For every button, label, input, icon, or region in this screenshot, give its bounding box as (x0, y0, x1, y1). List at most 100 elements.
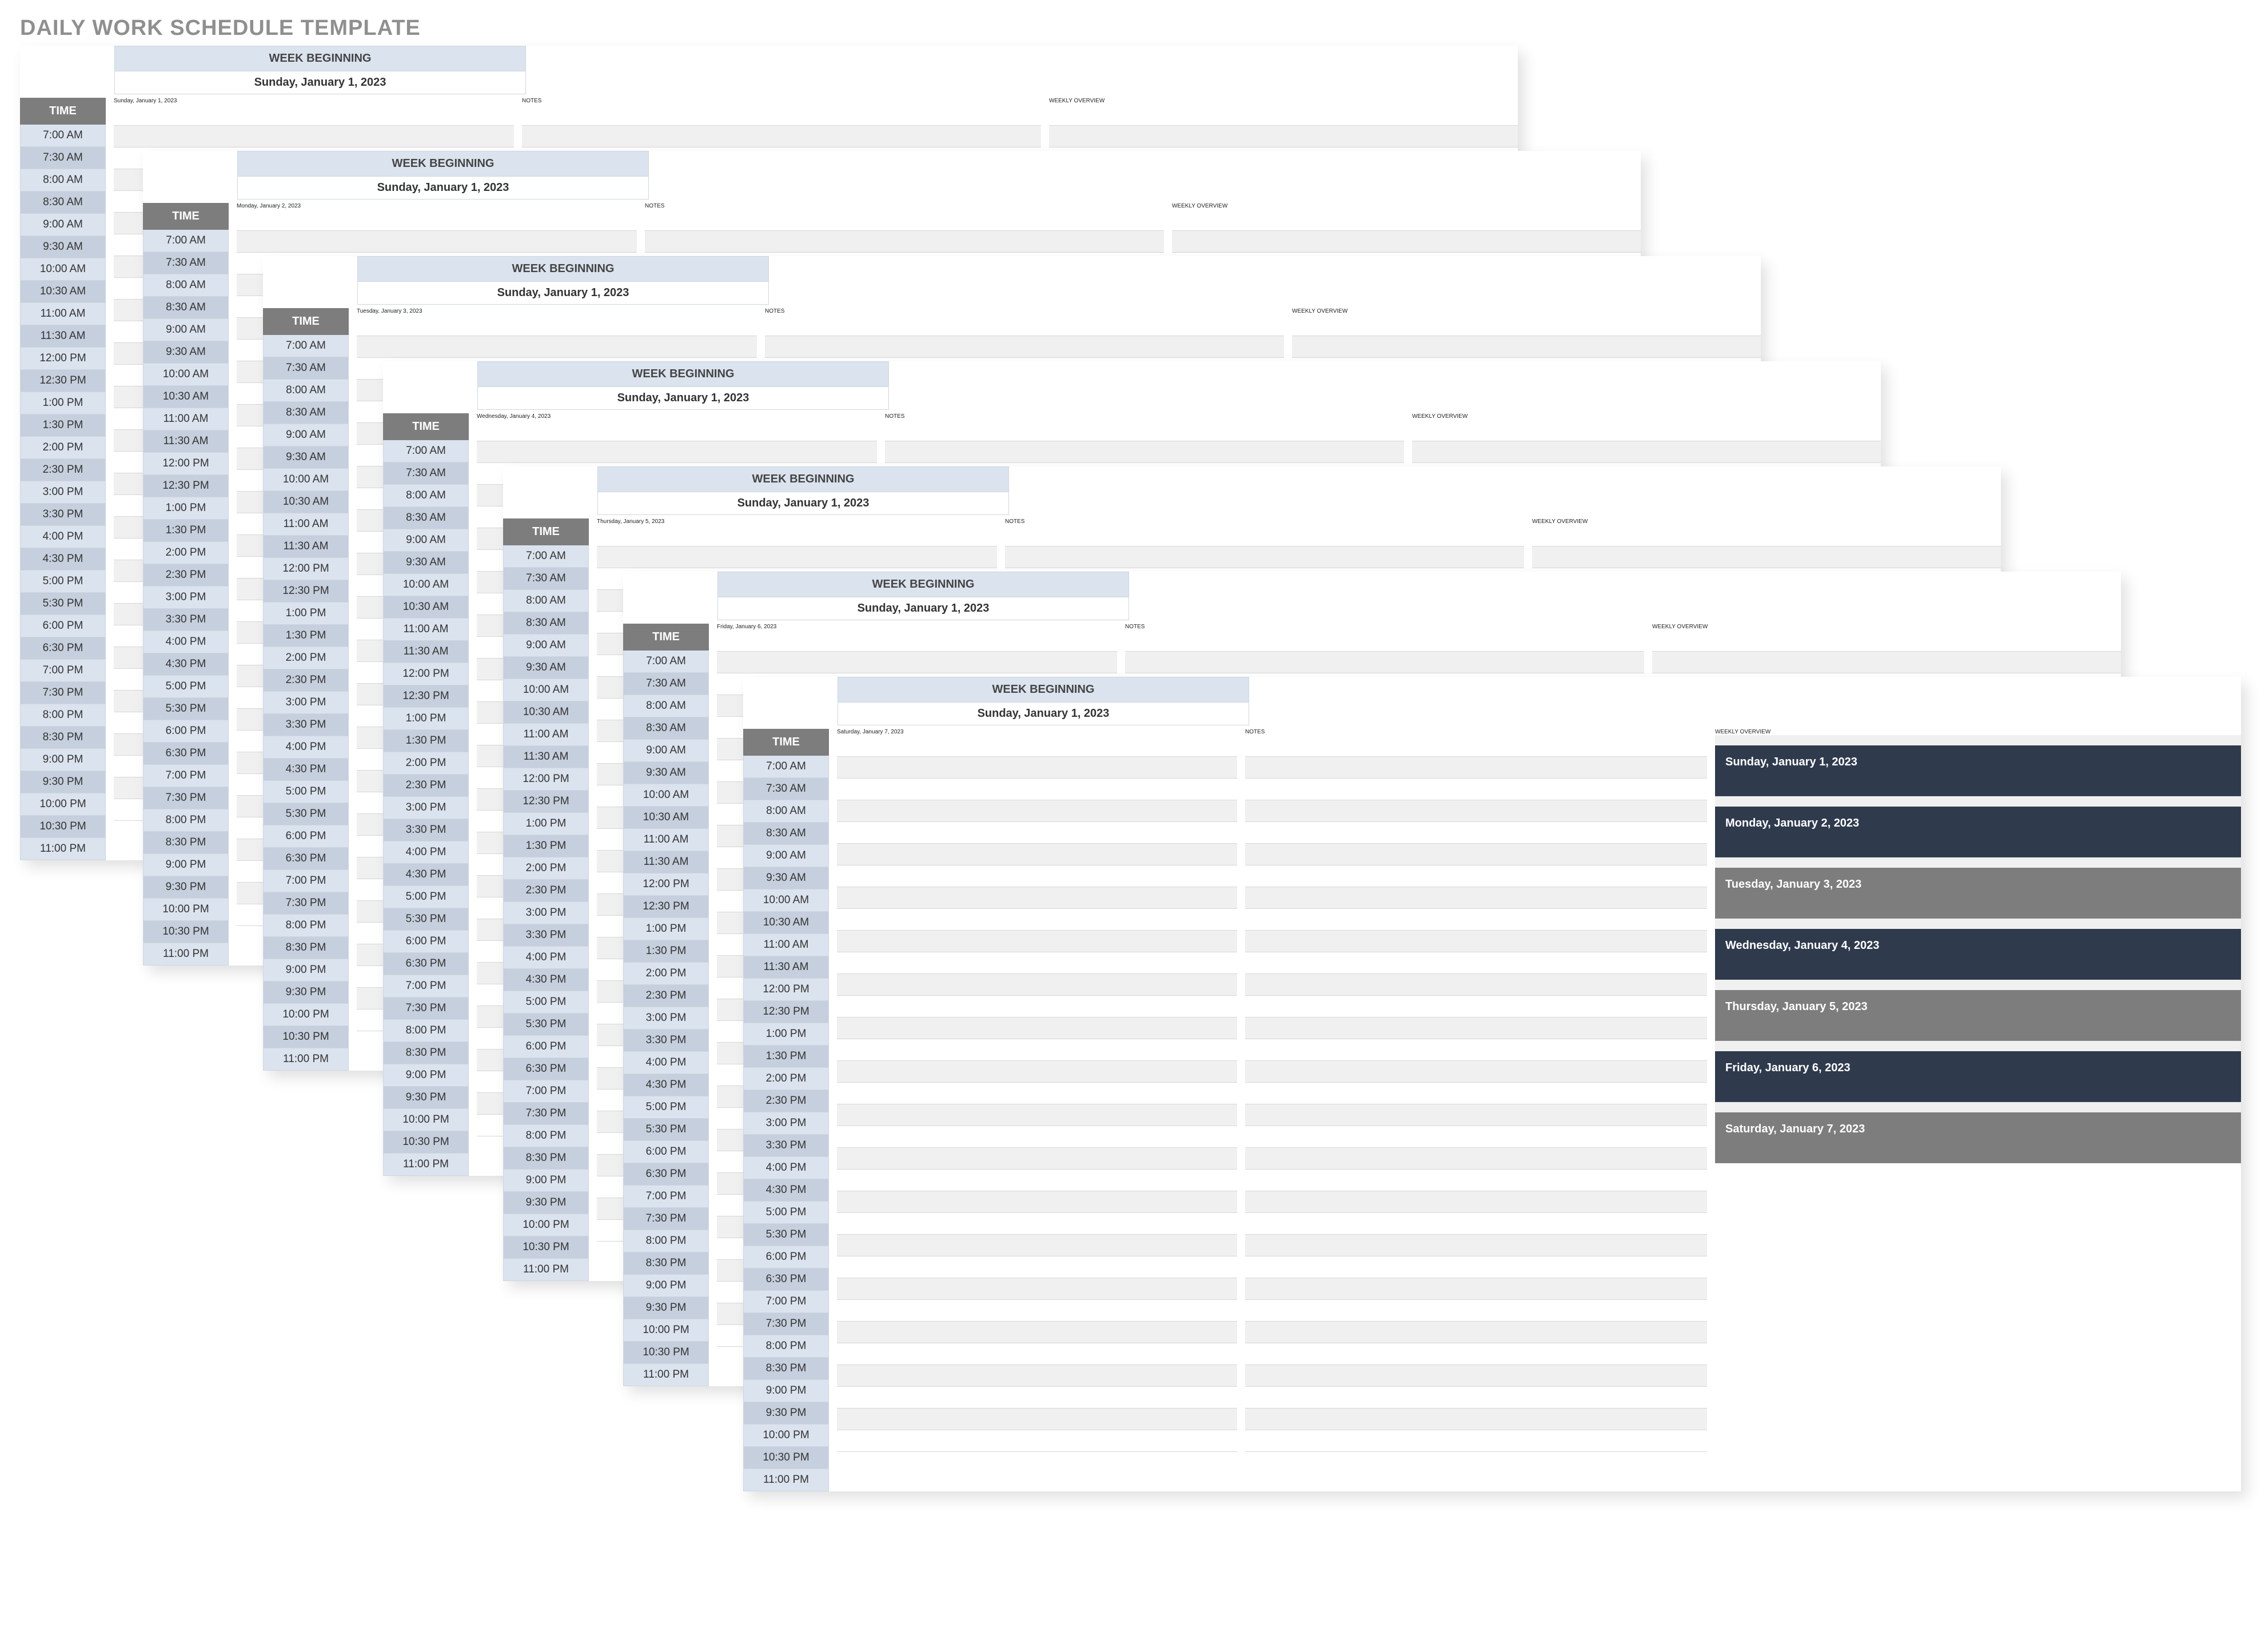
time-slot[interactable]: 5:30 PM (143, 698, 229, 720)
time-slot[interactable]: 2:30 PM (263, 669, 349, 692)
time-slot[interactable]: 8:00 AM (743, 800, 829, 823)
time-slot[interactable]: 3:30 PM (20, 504, 106, 526)
time-slot[interactable]: 3:00 PM (383, 797, 469, 819)
time-slot[interactable]: 9:00 AM (20, 214, 106, 236)
schedule-cell[interactable] (237, 231, 637, 253)
time-slot[interactable]: 10:00 PM (743, 1424, 829, 1447)
notes-cell[interactable] (1125, 652, 1644, 673)
time-slot[interactable]: 10:00 AM (623, 784, 709, 807)
time-slot[interactable]: 8:00 AM (503, 590, 589, 612)
overview-cell[interactable] (1532, 525, 2001, 546)
time-slot[interactable]: 9:30 PM (263, 981, 349, 1004)
notes-cell[interactable] (1125, 630, 1644, 652)
time-slot[interactable]: 8:30 PM (623, 1252, 709, 1275)
time-slot[interactable]: 9:00 PM (383, 1064, 469, 1087)
time-slot[interactable]: 9:00 AM (743, 845, 829, 867)
time-slot[interactable]: 5:00 PM (383, 886, 469, 908)
time-slot[interactable]: 10:00 AM (383, 574, 469, 596)
time-slot[interactable]: 7:00 AM (743, 756, 829, 778)
time-slot[interactable]: 10:30 AM (503, 701, 589, 724)
time-slot[interactable]: 6:30 PM (503, 1058, 589, 1080)
time-slot[interactable]: 7:30 AM (503, 568, 589, 590)
notes-cell[interactable] (765, 336, 1284, 358)
time-slot[interactable]: 6:00 PM (143, 720, 229, 743)
time-slot[interactable]: 9:30 PM (743, 1402, 829, 1424)
time-slot[interactable]: 7:30 PM (623, 1208, 709, 1230)
schedule-cell[interactable] (597, 546, 997, 568)
overview-cell[interactable] (1049, 126, 1518, 147)
notes-cell[interactable] (1245, 1039, 1707, 1061)
time-slot[interactable]: 7:00 PM (20, 660, 106, 682)
time-slot[interactable]: 7:30 AM (383, 462, 469, 485)
notes-cell[interactable] (1245, 1104, 1707, 1126)
time-slot[interactable]: 3:30 PM (383, 819, 469, 841)
time-slot[interactable]: 9:30 AM (263, 446, 349, 469)
week-beginning-value[interactable]: Sunday, January 1, 2023 (838, 703, 1249, 725)
time-slot[interactable]: 2:00 PM (383, 752, 469, 775)
schedule-cell[interactable] (837, 1256, 1237, 1278)
time-slot[interactable]: 4:00 PM (20, 526, 106, 548)
time-slot[interactable]: 7:30 PM (743, 1313, 829, 1335)
schedule-cell[interactable] (837, 909, 1237, 931)
time-slot[interactable]: 12:00 PM (143, 453, 229, 475)
notes-cell[interactable] (1245, 909, 1707, 931)
time-slot[interactable]: 2:30 PM (20, 459, 106, 481)
time-slot[interactable]: 2:00 PM (143, 542, 229, 564)
time-slot[interactable]: 8:00 AM (143, 274, 229, 297)
notes-cell[interactable] (1245, 1235, 1707, 1256)
time-slot[interactable]: 4:00 PM (263, 736, 349, 759)
time-slot[interactable]: 2:30 PM (383, 775, 469, 797)
overview-cell[interactable] (1049, 104, 1518, 126)
time-slot[interactable]: 9:00 PM (623, 1275, 709, 1297)
time-slot[interactable]: 8:30 PM (20, 727, 106, 749)
time-slot[interactable]: 11:00 PM (743, 1469, 829, 1491)
notes-cell[interactable] (1245, 844, 1707, 865)
overview-cell[interactable] (1292, 314, 1761, 336)
time-slot[interactable]: 10:30 PM (263, 1026, 349, 1048)
schedule-cell[interactable] (357, 314, 757, 336)
time-slot[interactable]: 2:30 PM (743, 1090, 829, 1112)
schedule-cell[interactable] (114, 126, 514, 147)
time-slot[interactable]: 6:30 PM (143, 743, 229, 765)
time-slot[interactable]: 1:00 PM (503, 813, 589, 835)
time-slot[interactable]: 11:00 AM (743, 934, 829, 956)
time-slot[interactable]: 1:30 PM (143, 520, 229, 542)
notes-cell[interactable] (1245, 1170, 1707, 1191)
time-slot[interactable]: 6:00 PM (383, 931, 469, 953)
time-slot[interactable]: 6:30 PM (743, 1268, 829, 1291)
time-slot[interactable]: 8:00 PM (143, 809, 229, 832)
time-slot[interactable]: 11:00 AM (503, 724, 589, 746)
notes-cell[interactable] (522, 126, 1041, 147)
weekly-overview-day[interactable]: Thursday, January 5, 2023 (1715, 990, 2241, 1041)
time-slot[interactable]: 1:00 PM (143, 497, 229, 520)
time-slot[interactable]: 5:30 PM (623, 1119, 709, 1141)
time-slot[interactable]: 3:00 PM (263, 692, 349, 714)
time-slot[interactable]: 8:30 AM (263, 402, 349, 424)
time-slot[interactable]: 8:00 PM (743, 1335, 829, 1358)
time-slot[interactable]: 3:00 PM (20, 481, 106, 504)
time-slot[interactable]: 7:00 AM (20, 125, 106, 147)
time-slot[interactable]: 5:00 PM (743, 1202, 829, 1224)
time-slot[interactable]: 10:30 PM (20, 816, 106, 838)
time-slot[interactable]: 7:30 AM (743, 778, 829, 800)
time-slot[interactable]: 7:00 PM (263, 870, 349, 892)
schedule-cell[interactable] (837, 865, 1237, 887)
time-slot[interactable]: 10:30 AM (20, 281, 106, 303)
time-slot[interactable]: 8:30 PM (143, 832, 229, 854)
overview-cell[interactable] (1652, 652, 2121, 673)
notes-cell[interactable] (1005, 546, 1524, 568)
time-slot[interactable]: 10:30 AM (383, 596, 469, 618)
time-slot[interactable]: 11:00 AM (623, 829, 709, 851)
time-slot[interactable]: 12:30 PM (263, 580, 349, 602)
time-slot[interactable]: 4:30 PM (143, 653, 229, 676)
overview-cell[interactable] (1292, 336, 1761, 358)
week-beginning-value[interactable]: Sunday, January 1, 2023 (717, 597, 1129, 620)
notes-cell[interactable] (1245, 735, 1707, 757)
notes-cell[interactable] (1245, 1148, 1707, 1170)
time-slot[interactable]: 11:30 AM (623, 851, 709, 873)
week-beginning-value[interactable]: Sunday, January 1, 2023 (237, 177, 649, 199)
time-slot[interactable]: 2:30 PM (143, 564, 229, 586)
time-slot[interactable]: 10:30 PM (143, 921, 229, 943)
time-slot[interactable]: 9:30 AM (20, 236, 106, 258)
time-slot[interactable]: 12:00 PM (623, 873, 709, 896)
